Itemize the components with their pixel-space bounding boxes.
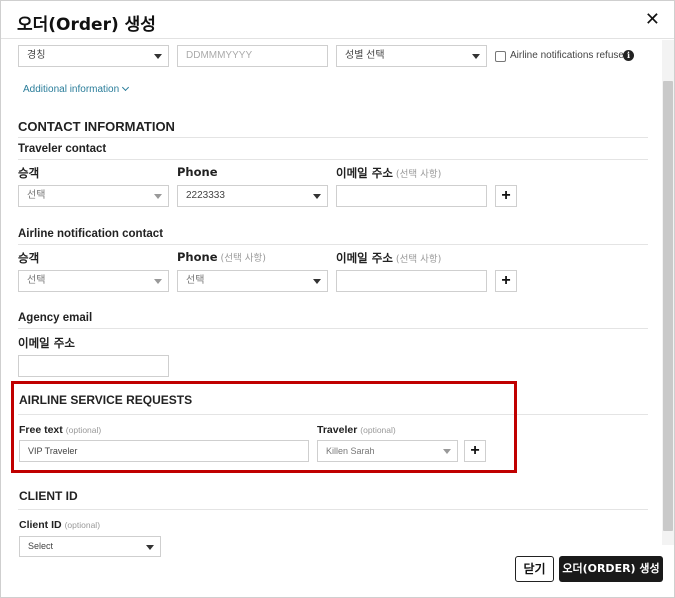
chevron-down-icon [154, 279, 162, 284]
airline-contact-email-label: 이메일 주소 (선택 사항) [336, 250, 441, 266]
divider [18, 159, 648, 160]
notifications-refused-checkbox[interactable] [495, 51, 506, 62]
divider [18, 509, 648, 510]
traveler-contact-passenger-select[interactable]: 선택 [18, 185, 169, 207]
traveler-contact-passenger-label: 승객 [18, 166, 40, 180]
divider [18, 244, 648, 245]
agency-email-title: Agency email [18, 312, 93, 324]
add-airline-contact-button[interactable]: + [495, 270, 517, 292]
agency-email-input[interactable] [18, 355, 169, 377]
gender-select-value: 성별 선택 [345, 50, 385, 61]
passenger-select-value: 선택 [27, 190, 46, 201]
optional-hint: (선택 사항) [395, 169, 442, 180]
phone-select-value: 선택 [186, 275, 205, 286]
airline-contact-email-input[interactable] [336, 270, 487, 292]
divider [18, 137, 648, 138]
airline-contact-passenger-select[interactable]: 선택 [18, 270, 169, 292]
airline-notification-contact-title: Airline notification contact [18, 228, 164, 240]
traveler-contact-phone-label: Phone [177, 165, 218, 179]
notifications-refused-label: Airline notifications refused [510, 50, 630, 61]
email-label-text: 이메일 주소 [336, 251, 393, 265]
chevron-down-icon [154, 194, 162, 199]
agency-email-label: 이메일 주소 [18, 336, 75, 350]
modal-header: 오더(Order) 생성 ✕ [1, 1, 674, 39]
chevron-down-icon [154, 54, 162, 59]
traveler-contact-phone-select[interactable]: 2223333 [177, 185, 328, 207]
add-traveler-contact-button[interactable]: + [495, 185, 517, 207]
title-select[interactable]: 경칭 [18, 45, 169, 67]
scrollbar-thumb[interactable] [663, 81, 673, 531]
airline-contact-passenger-label: 승객 [18, 251, 40, 265]
airline-contact-phone-label: Phone (선택 사항) [177, 250, 266, 264]
chevron-down-icon [122, 83, 130, 92]
modal-title: 오더(Order) 생성 [17, 15, 156, 35]
chevron-down-icon [313, 194, 321, 199]
optional-hint: (선택 사항) [220, 253, 266, 264]
traveler-contact-email-input[interactable] [336, 185, 487, 207]
divider [18, 328, 648, 329]
close-icon[interactable]: ✕ [645, 9, 660, 30]
create-order-modal: 오더(Order) 생성 ✕ 경칭 DDMMMYYYY 성별 선택 Airlin… [0, 0, 675, 598]
chevron-down-icon [313, 279, 321, 284]
client-id-select[interactable]: Select [19, 536, 161, 557]
phone-select-value: 2223333 [186, 190, 225, 201]
highlight-frame [11, 381, 517, 473]
chevron-down-icon [472, 54, 480, 59]
passenger-select-value: 선택 [27, 275, 46, 286]
chevron-down-icon [146, 545, 154, 550]
traveler-contact-title: Traveler contact [18, 143, 107, 155]
client-id-title: CLIENT ID [19, 489, 78, 503]
optional-hint: (선택 사항) [395, 254, 442, 265]
optional-hint: (optional) [64, 520, 101, 530]
create-order-button[interactable]: 오더(ORDER) 생성 [559, 556, 663, 582]
additional-information-label: Additional information [23, 84, 120, 95]
client-id-label: Client ID (optional) [19, 519, 100, 531]
title-select-value: 경칭 [27, 50, 46, 61]
date-of-birth-input[interactable]: DDMMMYYYY [177, 45, 328, 67]
close-button[interactable]: 닫기 [515, 556, 554, 582]
additional-information-link[interactable]: Additional information [23, 83, 130, 95]
client-id-select-value: Select [28, 541, 54, 551]
gender-select[interactable]: 성별 선택 [336, 45, 487, 67]
contact-information-title: CONTACT INFORMATION [18, 119, 175, 134]
traveler-contact-email-label: 이메일 주소 (선택 사항) [336, 165, 441, 181]
email-label-text: 이메일 주소 [336, 166, 393, 180]
phone-label-text: Phone [177, 250, 218, 264]
client-id-label-text: Client ID [19, 519, 62, 531]
airline-contact-phone-select[interactable]: 선택 [177, 270, 328, 292]
info-icon[interactable]: i [623, 50, 634, 61]
